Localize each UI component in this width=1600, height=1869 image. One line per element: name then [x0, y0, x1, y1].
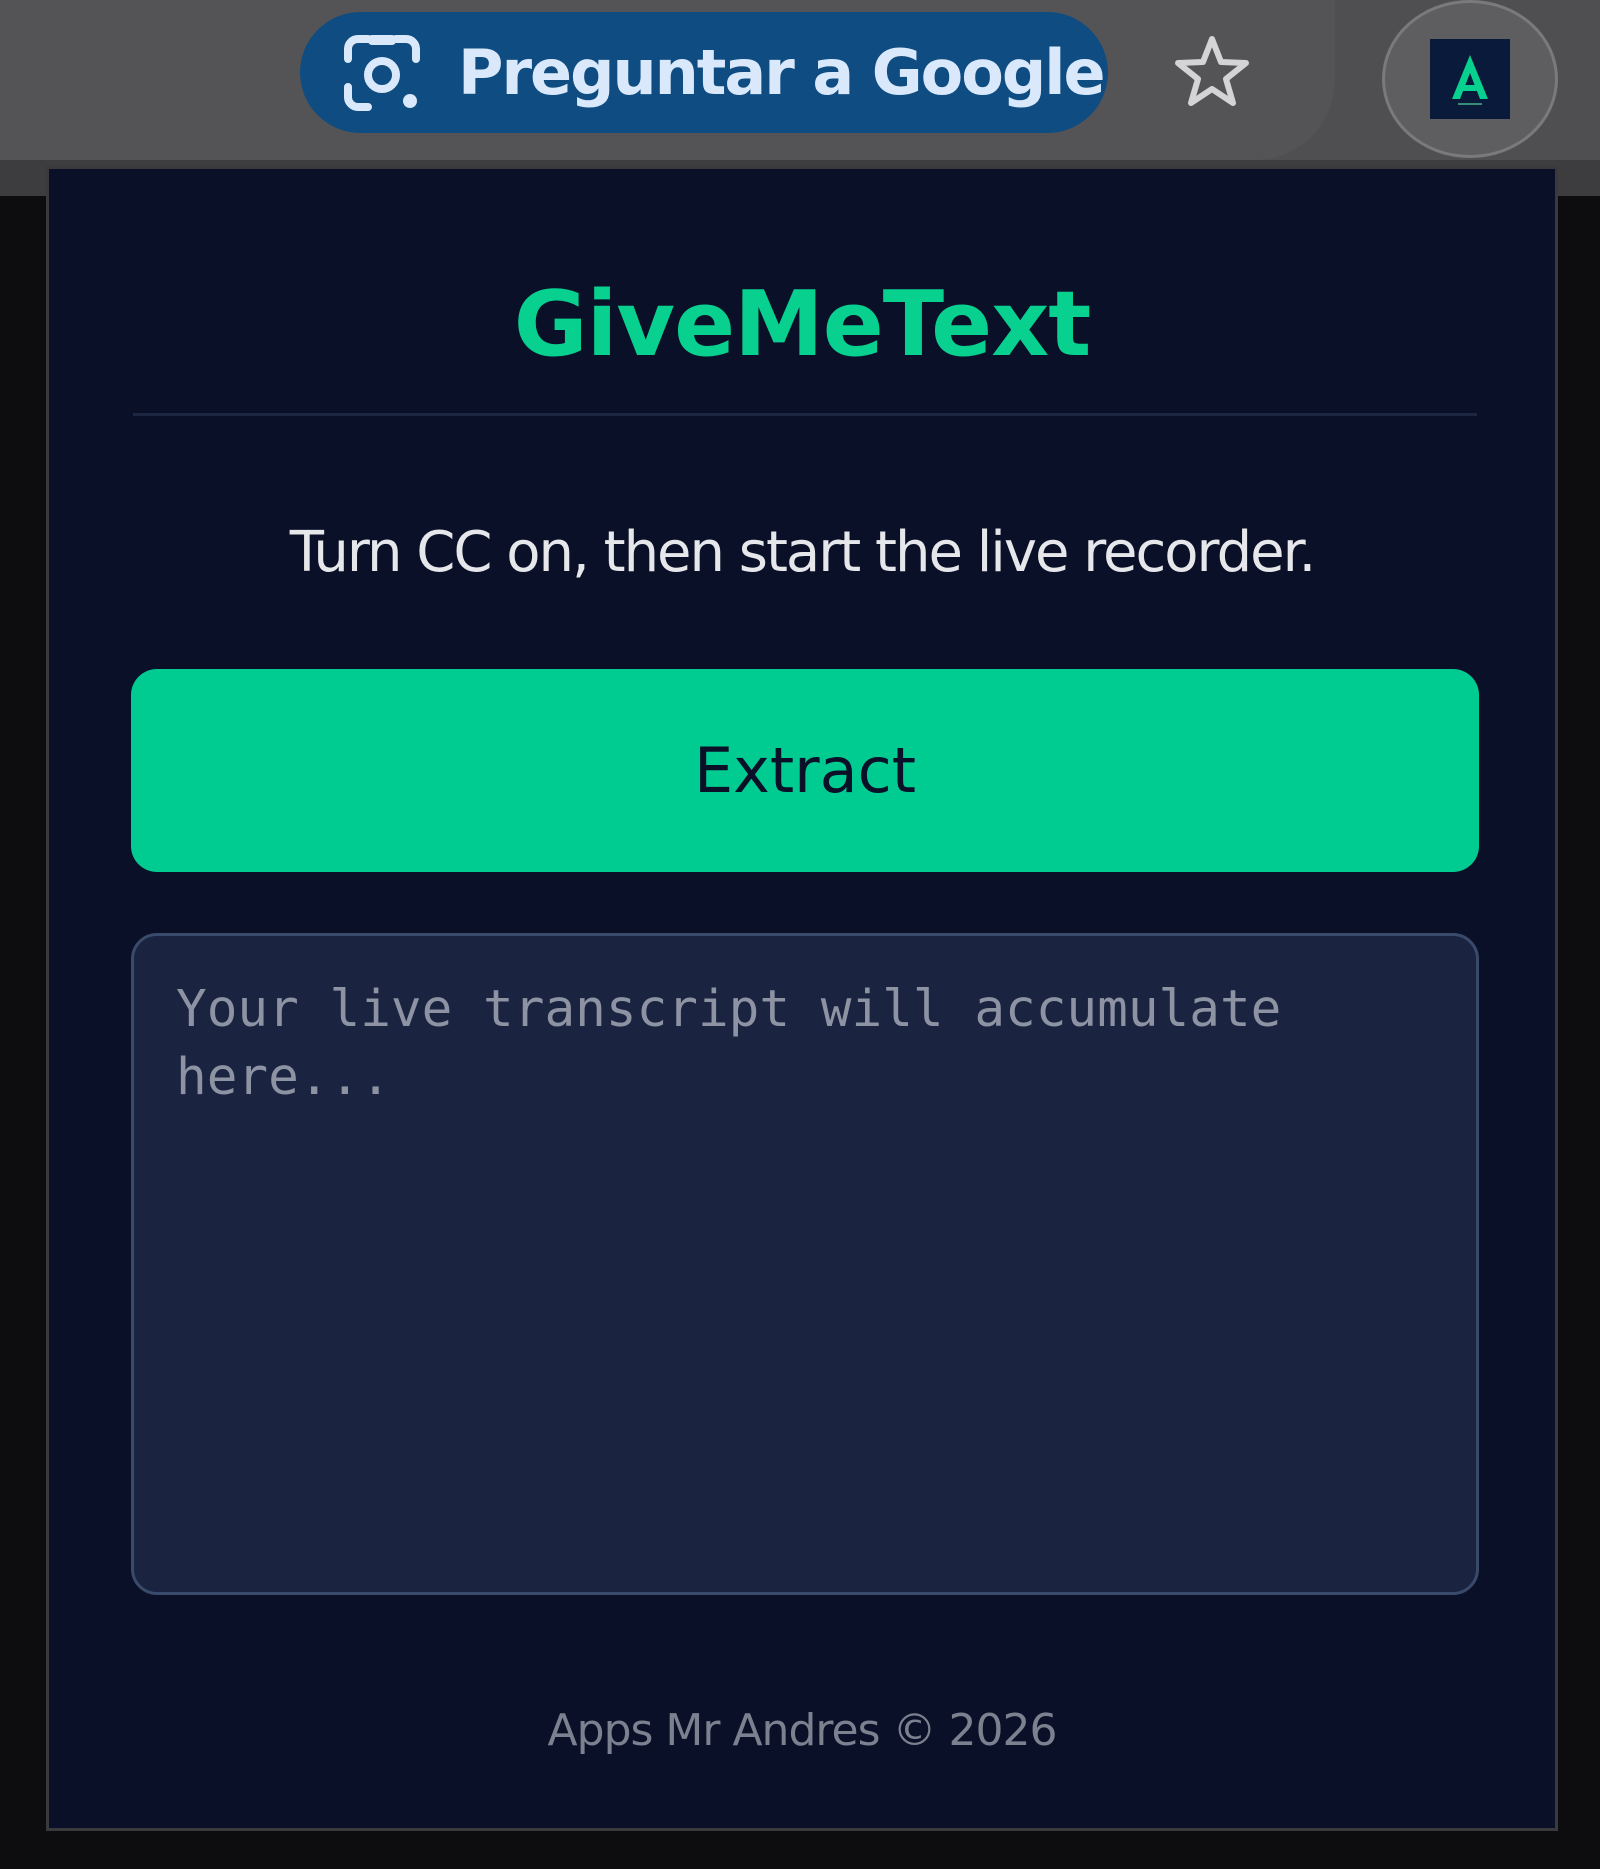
ask-google-button[interactable]: Preguntar a Google — [300, 12, 1108, 133]
bookmark-star-button[interactable] — [1170, 28, 1254, 118]
extension-button[interactable] — [1382, 0, 1558, 158]
extract-button[interactable]: Extract — [131, 669, 1479, 872]
givemetext-extension-icon — [1430, 39, 1510, 119]
title-divider — [133, 413, 1477, 416]
app-title: GiveMeText — [513, 272, 1092, 377]
transcript-textarea[interactable] — [131, 933, 1479, 1595]
ask-google-label: Preguntar a Google — [458, 36, 1106, 109]
screen: Preguntar a Google GiveMeText Turn CC on… — [0, 0, 1600, 1869]
google-lens-icon — [340, 31, 424, 115]
bookmark-star-icon — [1172, 31, 1252, 115]
extension-popup: GiveMeText Turn CC on, then start the li… — [46, 166, 1558, 1831]
instructions-text: Turn CC on, then start the live recorder… — [289, 520, 1317, 585]
footer-credit: Apps Mr Andres © 2026 — [547, 1705, 1058, 1756]
